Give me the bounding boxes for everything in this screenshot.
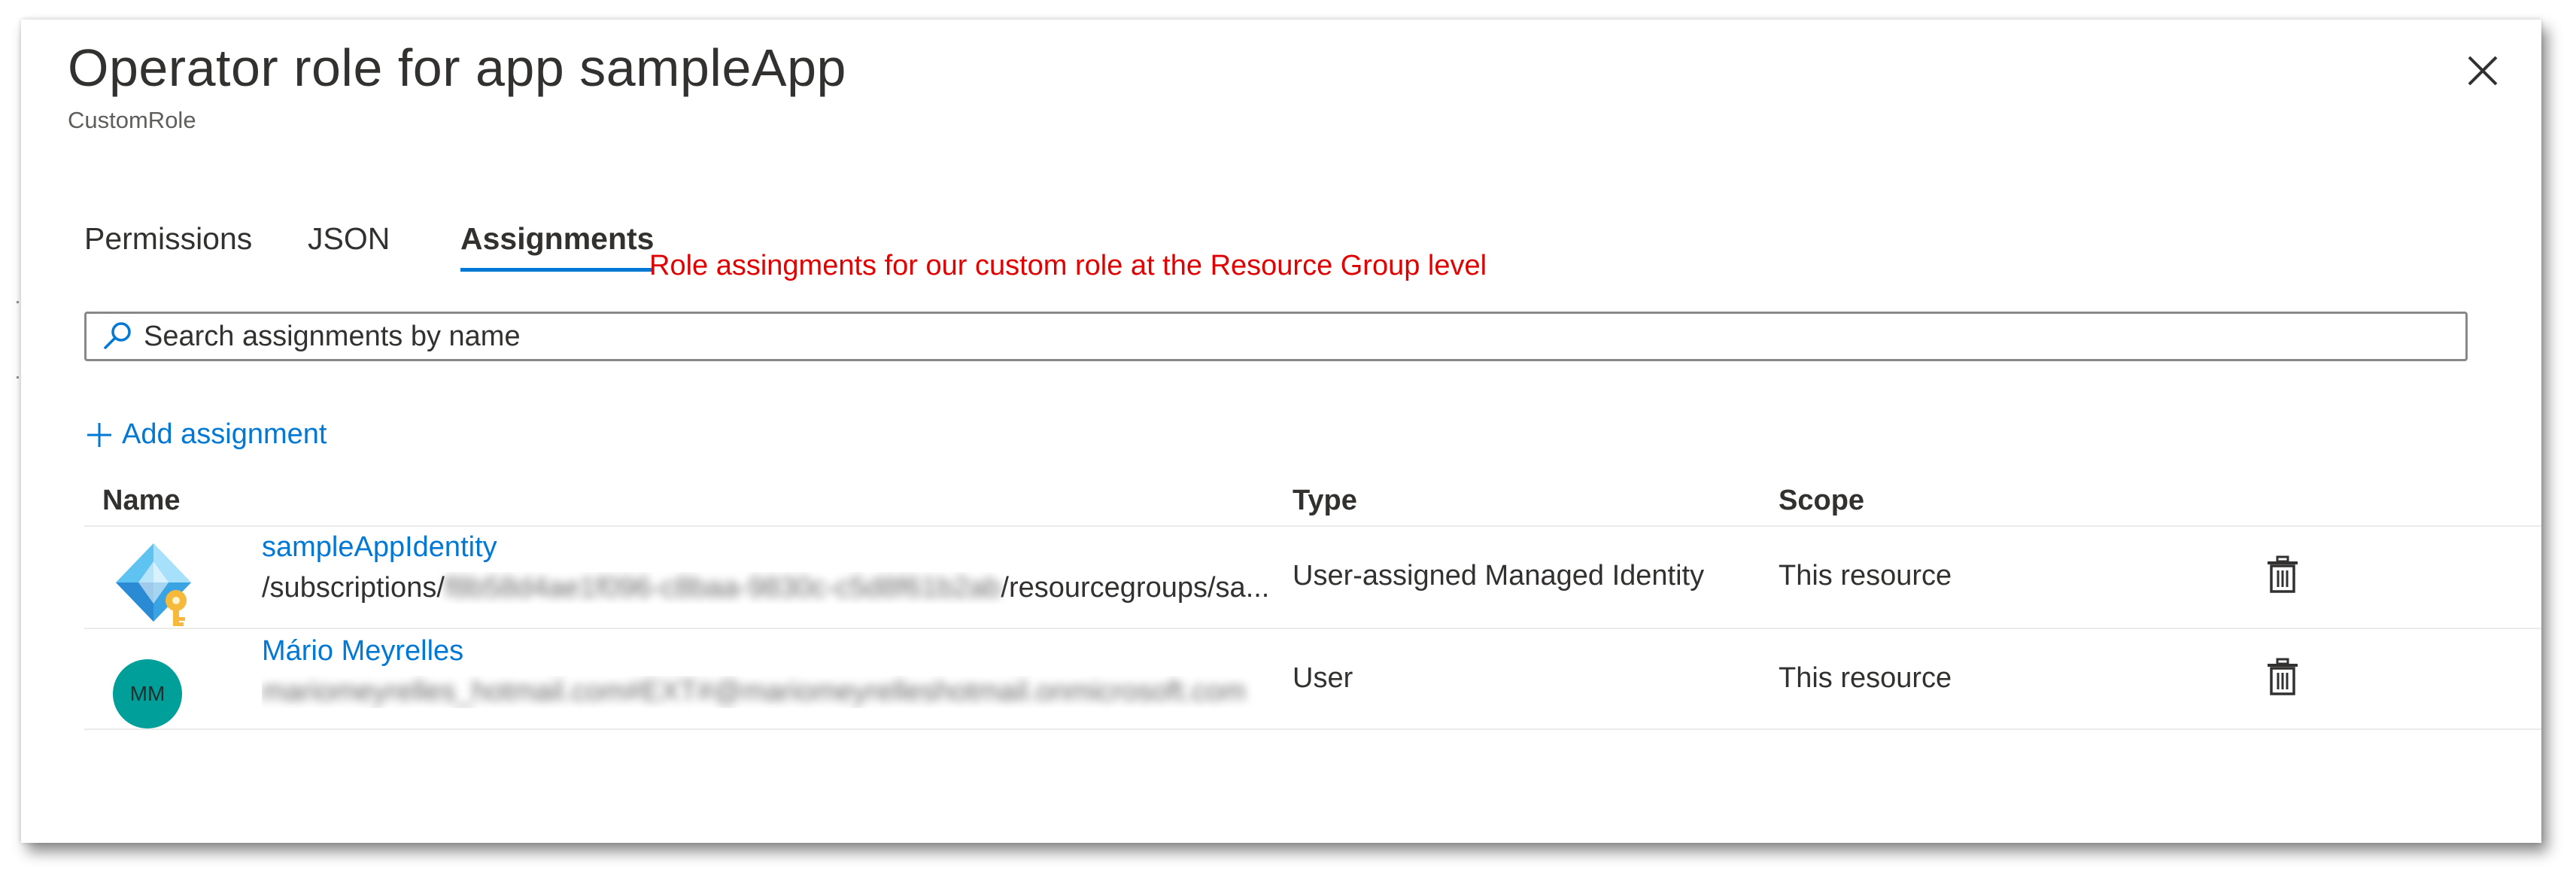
path-suffix: /resourcegroups/sa... [1001,572,1270,604]
page-title: Operator role for app sampleApp [68,38,846,97]
user-avatar: MM [113,659,182,728]
close-icon[interactable] [2462,50,2504,92]
delete-icon[interactable] [2266,658,2299,697]
assignment-type: User-assigned Managed Identity [1293,560,1705,592]
assignment-name-link[interactable]: Mário Meyrelles [262,635,463,668]
edge-mark [17,301,19,303]
tab-permissions[interactable]: Permissions [84,221,252,272]
path-prefix: /subscriptions/ [262,572,445,604]
annotation-text: Role assingments for our custom role at … [649,250,1487,281]
assignment-type: User [1293,662,1353,694]
edge-mark [17,376,19,379]
plus-icon [87,422,111,447]
search-icon [104,322,131,349]
search-input[interactable] [142,319,2327,354]
assignment-scope: This resource [1779,662,1952,694]
assignment-user-principal: mariomeyrelles_hotmail.com#EXT#@mariomey… [262,676,1270,708]
delete-icon[interactable] [2266,555,2299,595]
row-divider [84,525,2541,527]
assignment-scope: This resource [1779,560,1952,592]
column-header-name: Name [102,485,181,516]
column-header-type: Type [1293,485,1357,516]
row-divider [84,628,2541,629]
add-assignment-label: Add assignment [122,418,327,450]
managed-identity-icon [116,543,191,626]
row-divider [84,728,2541,730]
tab-json[interactable]: JSON [308,221,390,272]
column-header-scope: Scope [1779,485,1865,516]
assignment-resource-path: /subscriptions/f8b58d4ae1f096-c8baa-9830… [262,572,1270,604]
search-box[interactable] [84,312,2468,361]
redacted-user-principal: mariomeyrelles_hotmail.com#EXT#@mariomey… [262,676,1246,707]
add-assignment-button[interactable]: Add assignment [84,418,327,451]
page-subtitle: CustomRole [68,107,196,133]
redacted-subscription-id: f8b58d4ae1f096-c8baa-9830c-c5d8f61b2ab [444,572,1001,604]
tab-assignments[interactable]: Assignments [460,221,655,272]
role-details-panel: Operator role for app sampleApp CustomRo… [21,20,2541,843]
assignment-name-link[interactable]: sampleAppIdentity [262,531,497,564]
